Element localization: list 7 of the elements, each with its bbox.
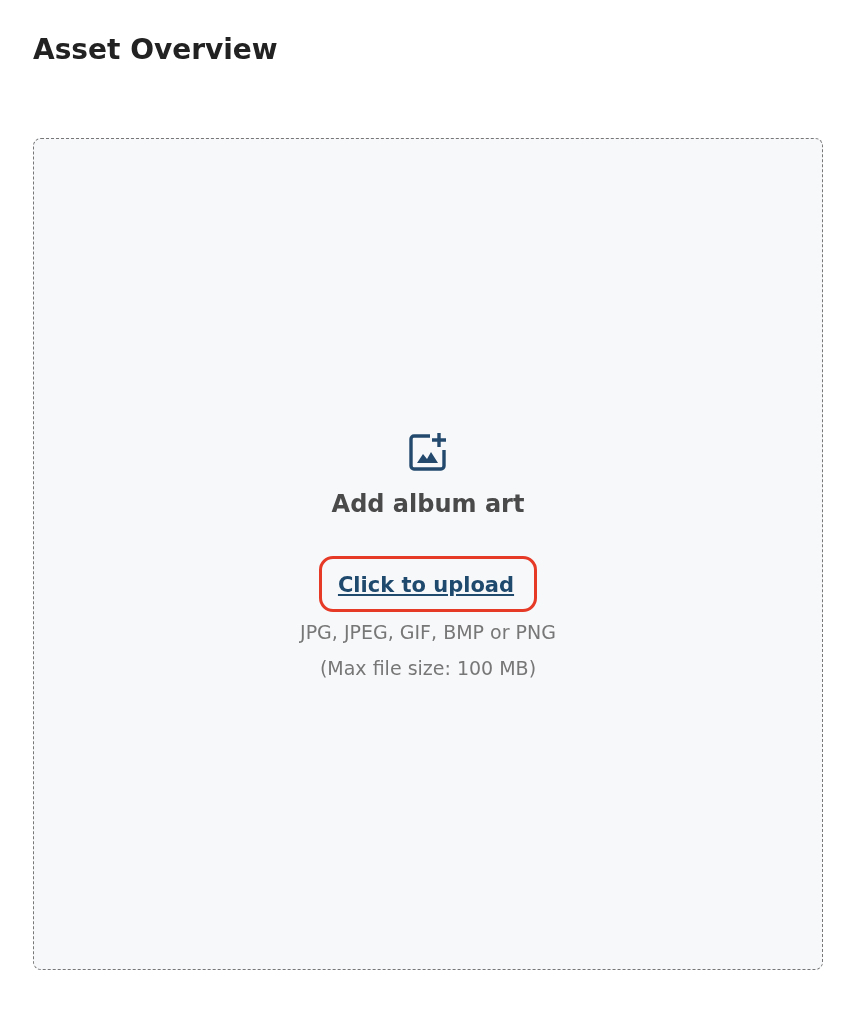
upload-dropzone[interactable]: Add album art Click to upload JPG, JPEG, GIF, BMP or PNG (Max file size: 100 MB) <box>33 138 823 970</box>
file-hint: JPG, JPEG, GIF, BMP or PNG <box>300 620 556 645</box>
upload-link[interactable]: Click to upload <box>337 573 515 597</box>
page-title: Asset Overview <box>33 32 279 68</box>
add-image-icon <box>408 432 448 472</box>
dropzone-heading: Add album art <box>331 490 525 518</box>
file-hint: (Max file size: 100 MB) <box>319 656 537 681</box>
